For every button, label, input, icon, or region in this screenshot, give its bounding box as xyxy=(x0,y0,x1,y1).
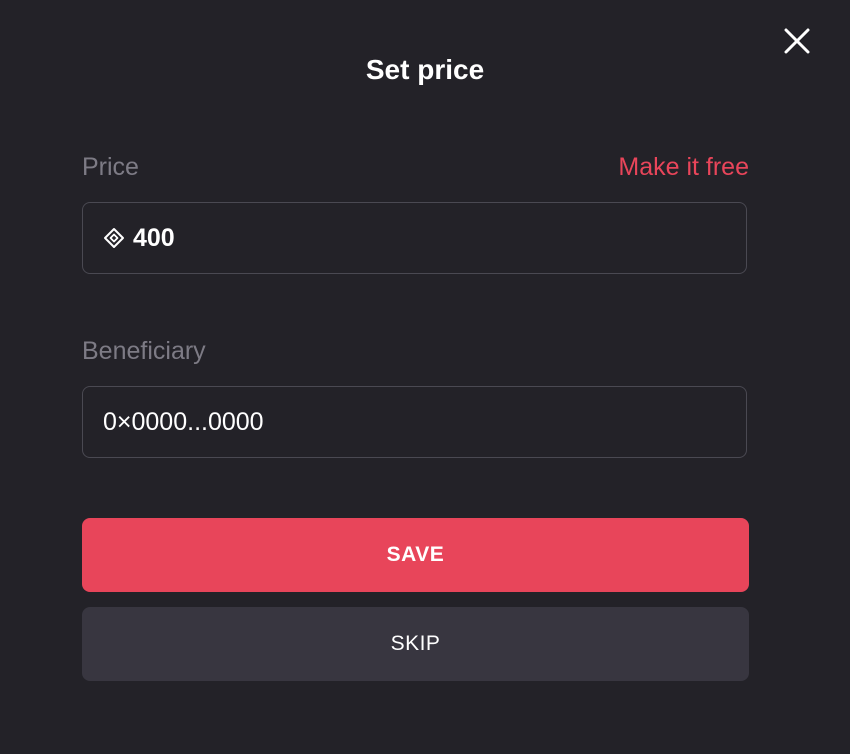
beneficiary-input[interactable]: 0×0000...0000 xyxy=(82,386,747,458)
price-input[interactable]: 400 xyxy=(82,202,747,274)
set-price-dialog: Set price Price Make it free 400 Benefic… xyxy=(0,0,850,754)
dialog-title: Set price xyxy=(365,54,485,85)
beneficiary-label: Beneficiary xyxy=(82,337,206,365)
price-value: 400 xyxy=(133,224,175,252)
beneficiary-value: 0×0000...0000 xyxy=(103,408,264,436)
save-button[interactable]: SAVE xyxy=(82,518,749,592)
skip-button[interactable]: SKIP xyxy=(82,607,749,681)
token-diamond-icon xyxy=(104,228,124,248)
make-it-free-link[interactable]: Make it free xyxy=(618,150,749,184)
price-label: Price xyxy=(82,153,139,181)
